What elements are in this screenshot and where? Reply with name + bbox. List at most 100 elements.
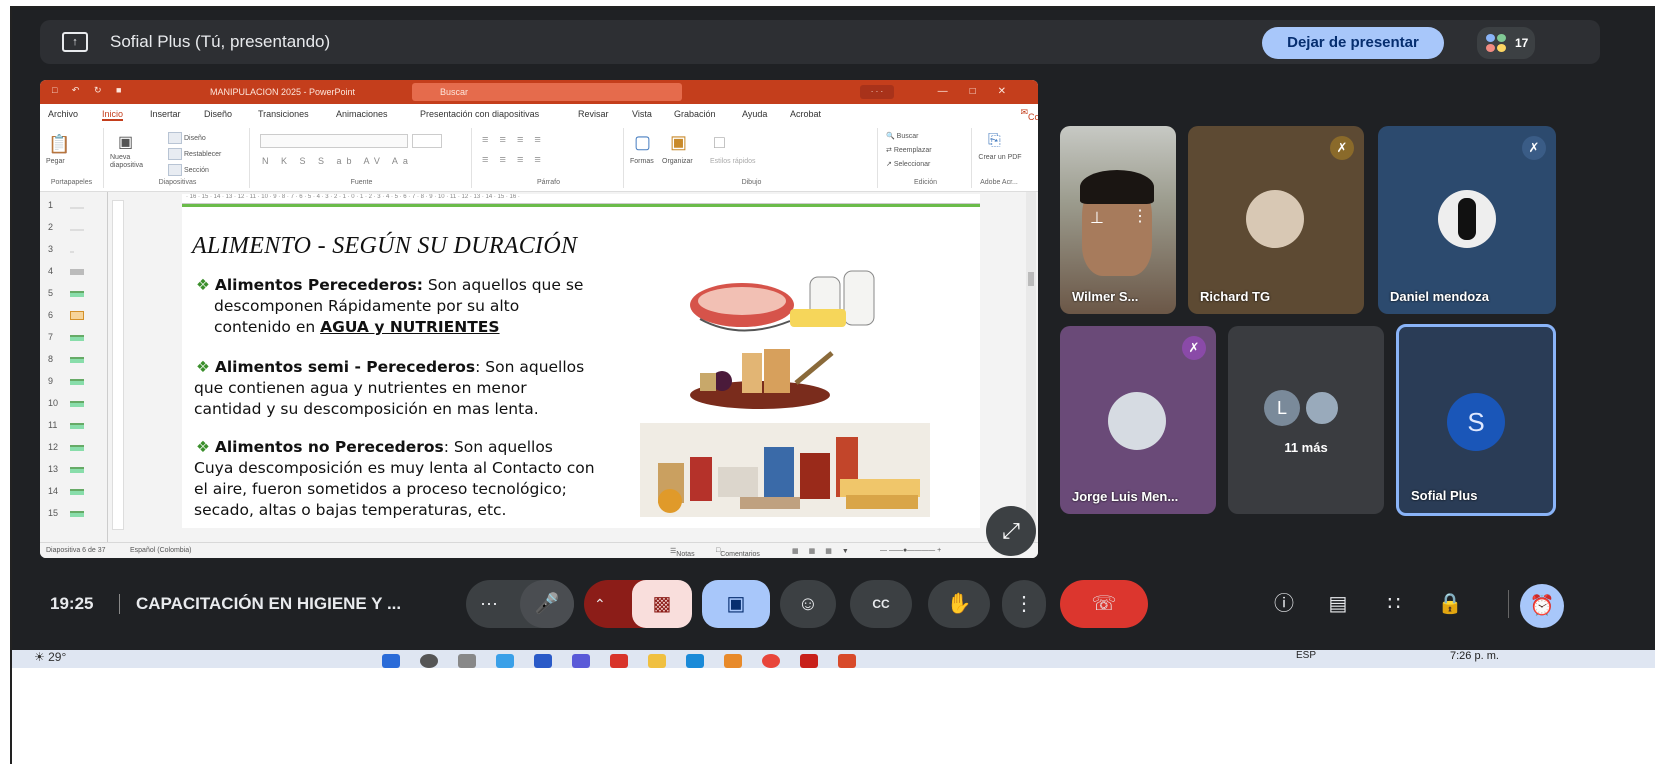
pin-icon[interactable]: ⊥ [1090, 208, 1104, 228]
chat-icon[interactable]: ▤ [1322, 588, 1354, 620]
section-button[interactable]: Sección [168, 164, 209, 176]
slide-thumb[interactable]: 1 [48, 198, 100, 214]
slide-thumb[interactable]: 4 [48, 264, 100, 280]
gmail-icon[interactable] [610, 654, 628, 668]
chevron-up-icon[interactable]: ⌃ [594, 580, 606, 628]
new-slide-icon[interactable]: ▣ [118, 132, 133, 152]
audio-options-icon[interactable]: ⋯ [480, 580, 498, 628]
font-name-select[interactable] [260, 134, 408, 148]
keyboard-language[interactable]: ESP [1296, 650, 1316, 661]
slide-thumb[interactable]: 3 [48, 242, 100, 258]
microphone-button[interactable]: 🎤 [520, 580, 574, 628]
camera-off-button[interactable]: ▩ [632, 580, 692, 628]
participant-tile-wilmer[interactable]: ⊥ ⋮ Wilmer S... [1060, 126, 1176, 314]
new-slide-button[interactable]: Nueva diapositiva [110, 154, 156, 170]
comments-button[interactable]: □ Comentarios [716, 547, 760, 558]
shapes-icon[interactable]: ▢ [634, 132, 651, 153]
create-pdf-button[interactable]: Crear un PDF [978, 154, 1022, 162]
system-clock[interactable]: 7:26 p. m. [1450, 650, 1499, 662]
edge-icon[interactable] [686, 654, 704, 668]
quick-styles-icon[interactable]: □ [714, 132, 725, 153]
participant-tile-daniel[interactable]: ✗ Daniel mendoza [1378, 126, 1556, 314]
menu-animaciones[interactable]: Animaciones [336, 109, 388, 119]
ppt-user-badge[interactable]: · · · [860, 85, 894, 99]
reset-button[interactable]: Restablecer [168, 148, 221, 160]
task-view-icon[interactable] [458, 654, 476, 668]
slide-thumb[interactable]: 8 [48, 352, 100, 368]
slide-thumb[interactable]: 15 [48, 506, 100, 522]
create-pdf-icon[interactable]: ⎘ [988, 132, 1001, 150]
host-controls-icon[interactable]: 🔒 [1434, 588, 1466, 620]
participant-tile-richard[interactable]: ✗ Richard TG [1188, 126, 1364, 314]
copilot-icon[interactable] [496, 654, 514, 668]
ppt-search-box[interactable]: Buscar [412, 83, 682, 101]
slide-thumb[interactable]: 5 [48, 286, 100, 302]
arrange-button[interactable]: Organizar [662, 158, 693, 165]
slide-thumb[interactable]: 2 [48, 220, 100, 236]
zoom-slider[interactable]: — ——●———— + [880, 547, 941, 554]
leave-call-button[interactable]: ☏ [1060, 580, 1148, 628]
font-size-select[interactable] [412, 134, 442, 148]
menu-grabacion[interactable]: Grabación [674, 109, 716, 119]
participant-tile-more[interactable]: L 11 más [1228, 326, 1384, 514]
menu-insertar[interactable]: Insertar [150, 109, 181, 119]
more-options-button[interactable]: ⋮ [1002, 580, 1046, 628]
file-explorer-icon[interactable] [648, 654, 666, 668]
menu-presentacion[interactable]: Presentación con diapositivas [420, 109, 539, 119]
slide-thumb[interactable]: 7 [48, 330, 100, 346]
select-button[interactable]: ↗ Seleccionar [886, 160, 930, 168]
present-screen-button[interactable]: ▣ [702, 580, 770, 628]
menu-archivo[interactable]: Archivo [48, 109, 78, 119]
participants-button[interactable]: 17 [1477, 27, 1535, 59]
layout-button[interactable]: Diseño [168, 132, 206, 144]
ppt-window-controls[interactable]: —□✕ [938, 86, 1028, 97]
captions-button[interactable]: CC [850, 580, 912, 628]
activities-icon[interactable]: ∷ [1378, 588, 1410, 620]
slide-thumb[interactable]: 11 [48, 418, 100, 434]
list-buttons[interactable]: ≡ ≡ ≡ ≡ [482, 134, 545, 146]
paste-button[interactable]: Pegar [46, 158, 65, 165]
view-buttons[interactable]: ▦▦▦▼ [792, 547, 859, 555]
expand-icon[interactable]: ⤢ [986, 506, 1036, 556]
slide-thumb[interactable]: 10 [48, 396, 100, 412]
app-icon[interactable] [724, 654, 742, 668]
slide-thumb[interactable]: 13 [48, 462, 100, 478]
slide-scrollbar[interactable] [1026, 192, 1036, 542]
slide-thumb-selected[interactable]: 6 [48, 308, 100, 324]
slide-thumb[interactable]: 14 [48, 484, 100, 500]
quick-access-icons[interactable]: □ ↶ ↻ ■ [52, 85, 127, 96]
slide-thumb[interactable]: 9 [48, 374, 100, 390]
raise-hand-button[interactable]: ✋ [928, 580, 990, 628]
participant-tile-self[interactable]: S Sofial Plus [1396, 324, 1556, 516]
info-icon[interactable]: ⓘ [1268, 588, 1300, 620]
acrobat-icon[interactable] [800, 654, 818, 668]
stop-presenting-button[interactable]: Dejar de presentar [1262, 27, 1444, 59]
font-format-buttons[interactable]: N K S S ab AV Aa [262, 156, 413, 166]
search-icon[interactable] [420, 654, 438, 668]
paste-icon[interactable]: 📋 [48, 134, 70, 155]
teams-icon[interactable] [572, 654, 590, 668]
start-icon[interactable] [382, 654, 400, 668]
replace-button[interactable]: ⇄ Reemplazar [886, 146, 932, 154]
quick-styles-button[interactable]: Estilos rápidos [710, 158, 756, 165]
find-button[interactable]: 🔍 Buscar [886, 132, 918, 140]
menu-transiciones[interactable]: Transiciones [258, 109, 309, 119]
notes-button[interactable]: ☰ Notas [670, 547, 695, 558]
emoji-reaction-button[interactable]: ☺ [780, 580, 836, 628]
participant-tile-jorge[interactable]: ✗ Jorge Luis Men... [1060, 326, 1216, 514]
arrange-icon[interactable]: ▣ [670, 132, 687, 153]
menu-ayuda[interactable]: Ayuda [742, 109, 767, 119]
menu-acrobat[interactable]: Acrobat [790, 109, 821, 119]
menu-revisar[interactable]: Revisar [578, 109, 609, 119]
shapes-button[interactable]: Formas [630, 158, 654, 165]
menu-inicio[interactable]: Inicio [102, 109, 124, 121]
slide-thumb[interactable]: 12 [48, 440, 100, 456]
menu-diseno[interactable]: Diseño [204, 109, 232, 119]
weather-widget[interactable]: ☀ 29° [34, 650, 66, 664]
menu-vista[interactable]: Vista [632, 109, 652, 119]
store-icon[interactable] [534, 654, 552, 668]
more-options-icon[interactable]: ⋮ [1132, 206, 1148, 226]
powerpoint-icon[interactable] [838, 654, 856, 668]
slide-canvas[interactable]: ALIMENTO - SEGÚN SU DURACIÓN ❖ Alimentos… [182, 204, 980, 528]
chrome-icon[interactable] [762, 654, 780, 668]
